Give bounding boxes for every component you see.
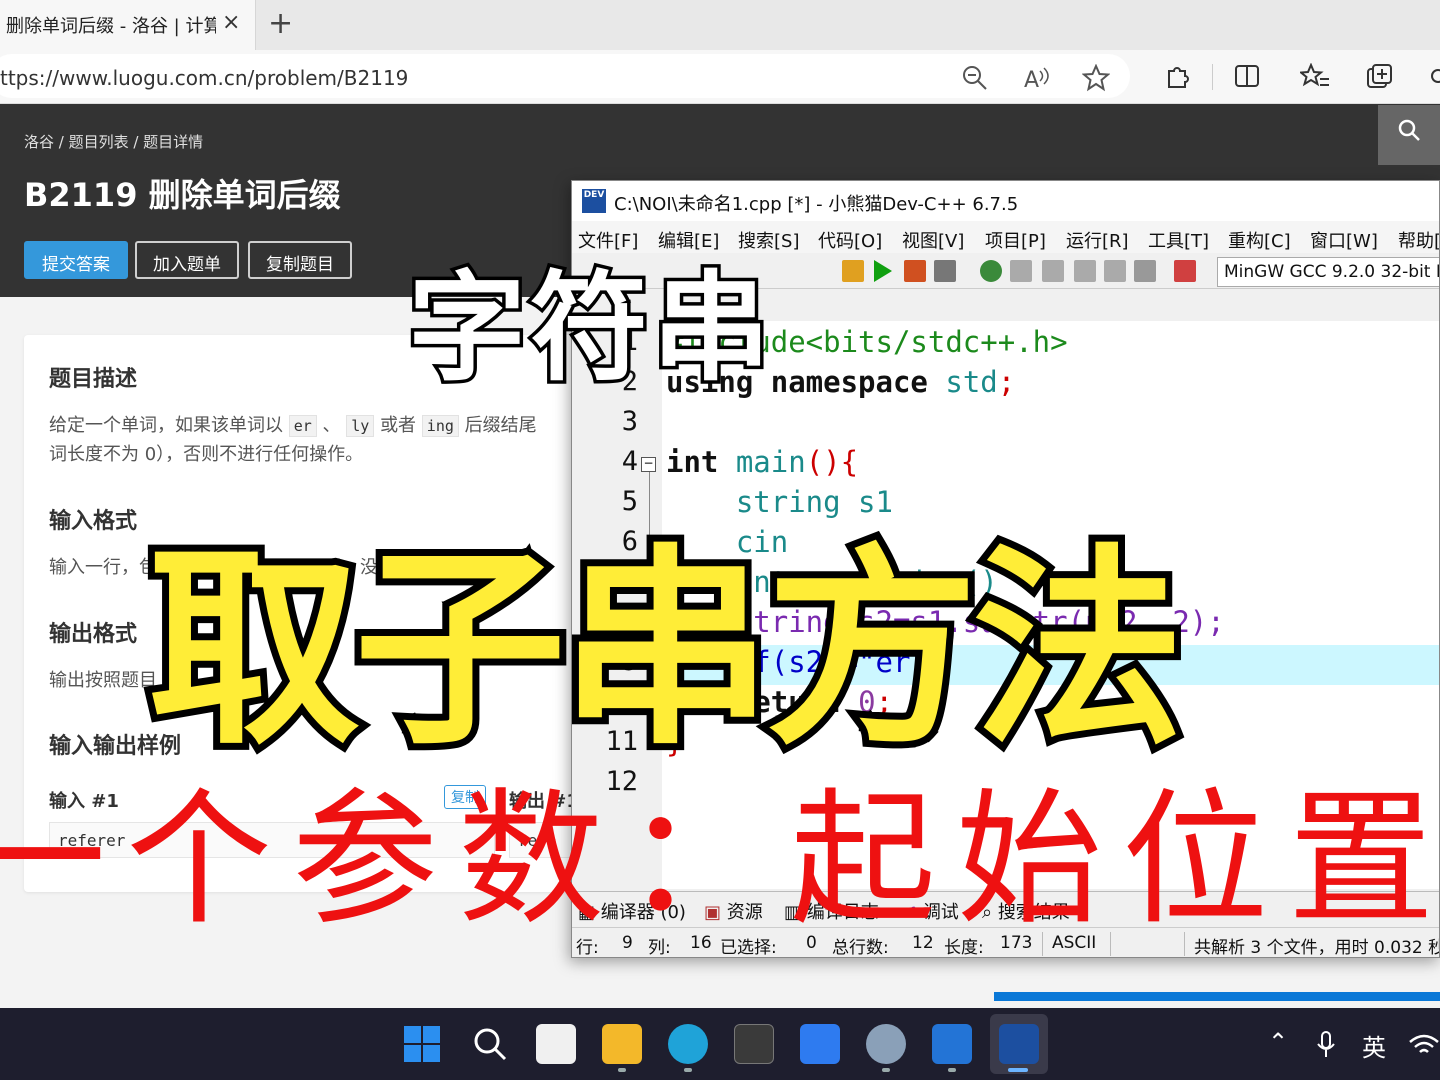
search-icon[interactable] <box>472 1026 508 1062</box>
menu-tools[interactable]: 工具[T] <box>1148 227 1209 253</box>
browser-tab-bar: 删除单词后缀 - 洛谷 | 计算 × + <box>0 0 1440 50</box>
close-tab-icon[interactable]: × <box>222 10 240 35</box>
description-heading: 题目描述 <box>49 367 138 392</box>
separator: 、 <box>322 415 341 436</box>
terminal-icon[interactable] <box>734 1024 774 1064</box>
taskbar: ⌃ 英 <box>0 1008 1440 1080</box>
submit-answer-button[interactable]: 提交答案 <box>24 241 128 279</box>
breadcrumb[interactable]: 洛谷 / 题目列表 / 题目详情 <box>24 131 203 152</box>
menu-view[interactable]: 视图[V] <box>902 227 964 253</box>
step-over-icon[interactable] <box>1010 260 1032 282</box>
menu-refactor[interactable]: 重构[C] <box>1228 227 1291 253</box>
store-icon[interactable] <box>536 1024 576 1064</box>
address-bar[interactable]: ttps://www.luogu.com.cn/problem/B2119 A <box>0 54 1130 98</box>
menu-code[interactable]: 代码[O] <box>818 227 882 253</box>
description-line-1: 给定一个单词，如果该单词以 er 、 ly 或者 ing 后缀结尾 <box>49 411 537 437</box>
ime-indicator[interactable]: 英 <box>1362 1028 1386 1063</box>
microphone-icon[interactable] <box>1316 1030 1336 1060</box>
debug-icon[interactable] <box>980 260 1002 282</box>
compile-icon[interactable] <box>842 260 864 282</box>
favorites-list-icon[interactable] <box>1300 63 1330 89</box>
continue-icon[interactable] <box>1104 260 1126 282</box>
menu-window[interactable]: 窗口[W] <box>1310 227 1378 253</box>
settings-icon[interactable] <box>866 1024 906 1064</box>
code-ly: ly <box>346 415 375 437</box>
step-into-icon[interactable] <box>1042 260 1064 282</box>
punctuation: (){ <box>805 445 859 479</box>
feishu-icon[interactable] <box>800 1024 840 1064</box>
copy-problem-button[interactable]: 复制题目 <box>248 241 352 279</box>
devcpp-titlebar[interactable]: DEV C:\NOI\未命名1.cpp [*] - 小熊猫Dev-C++ 6.7… <box>572 181 1439 221</box>
description-text: 给定一个单词，如果该单词以 <box>49 415 283 436</box>
collections-icon[interactable] <box>1366 63 1394 91</box>
devcpp-logo-icon: DEV <box>582 189 606 213</box>
step-out-icon[interactable] <box>1074 260 1096 282</box>
compiler-select[interactable]: MinGW GCC 9.2.0 32-bit Debug <box>1217 257 1439 287</box>
output-format-heading: 输出格式 <box>49 622 138 647</box>
browser-tab[interactable]: 删除单词后缀 - 洛谷 | 计算 × <box>0 0 256 50</box>
address-bar-row: ttps://www.luogu.com.cn/problem/B2119 A <box>0 50 1440 104</box>
running-indicator <box>948 1068 956 1072</box>
menu-run[interactable]: 运行[R] <box>1066 227 1129 253</box>
split-screen-icon[interactable] <box>1234 63 1260 89</box>
profile-icon[interactable] <box>1174 260 1196 282</box>
search-icon <box>1398 119 1420 141</box>
code-line-4: int main(){ <box>666 445 858 479</box>
overlay-caption-top: 字符串 <box>404 256 775 401</box>
chevron-up-icon[interactable]: ⌃ <box>1268 1028 1288 1056</box>
more-icon[interactable] <box>1428 63 1440 89</box>
menu-help[interactable]: 帮助[ <box>1398 227 1439 253</box>
description-text-tail: 后缀结尾 <box>464 415 537 436</box>
read-aloud-icon[interactable]: A <box>1022 65 1050 91</box>
wifi-icon[interactable] <box>1408 1032 1440 1058</box>
toolbar-divider <box>1212 64 1213 90</box>
svg-text:A: A <box>1024 68 1039 91</box>
line-number: 4 <box>621 446 638 477</box>
function-name: main <box>718 445 806 479</box>
output-format-text: 输出按照题目 <box>49 670 157 691</box>
code-ing: ing <box>421 415 459 437</box>
progress-bar <box>994 992 1440 1001</box>
windows-start-icon[interactable] <box>404 1026 440 1062</box>
page-title: B2119 删除单词后缀 <box>24 176 341 214</box>
add-to-list-button[interactable]: 加入题单 <box>135 241 239 279</box>
input-format-heading: 输入格式 <box>49 509 138 534</box>
or-text: 或者 <box>380 415 417 436</box>
tab-title: 删除单词后缀 - 洛谷 | 计算 <box>6 16 216 37</box>
code-er: er <box>288 415 317 437</box>
rebuild-icon[interactable] <box>934 260 956 282</box>
fold-collapse-icon[interactable]: − <box>641 457 656 472</box>
input-format-text-a: 输入一行，包 <box>49 557 157 578</box>
overlay-caption-bottom: 一个参数：起始位置 <box>0 775 1440 945</box>
zoom-icon[interactable] <box>962 65 988 91</box>
running-indicator <box>618 1068 626 1072</box>
search-button[interactable] <box>1378 105 1440 165</box>
window-title: C:\NOI\未命名1.cpp [*] - 小熊猫Dev-C++ 6.7.5 <box>614 194 1019 215</box>
stop-icon[interactable] <box>1134 260 1156 282</box>
file-explorer-icon[interactable] <box>602 1024 642 1064</box>
new-tab-icon[interactable]: + <box>268 6 293 41</box>
description-line-2: 词长度不为 0），否则不进行任何操作。 <box>49 444 364 465</box>
run-icon[interactable] <box>874 260 892 282</box>
edge-icon[interactable] <box>668 1024 708 1064</box>
compile-run-icon[interactable] <box>904 260 926 282</box>
favorite-icon[interactable] <box>1082 64 1110 92</box>
running-indicator <box>882 1068 890 1072</box>
vscode-icon[interactable] <box>932 1024 972 1064</box>
url-text[interactable]: ttps://www.luogu.com.cn/problem/B2119 <box>0 66 408 90</box>
menu-project[interactable]: 项目[P] <box>985 227 1046 253</box>
semicolon: ; <box>997 365 1016 399</box>
line-number: 3 <box>621 406 638 437</box>
overlay-caption-main: 取子串方法 <box>141 519 1191 780</box>
running-indicator <box>684 1068 692 1072</box>
extensions-icon[interactable] <box>1164 63 1190 89</box>
active-indicator <box>1008 1068 1028 1072</box>
keyword: int <box>666 445 719 479</box>
devcpp-icon[interactable] <box>999 1024 1039 1064</box>
identifier: std <box>927 365 998 399</box>
